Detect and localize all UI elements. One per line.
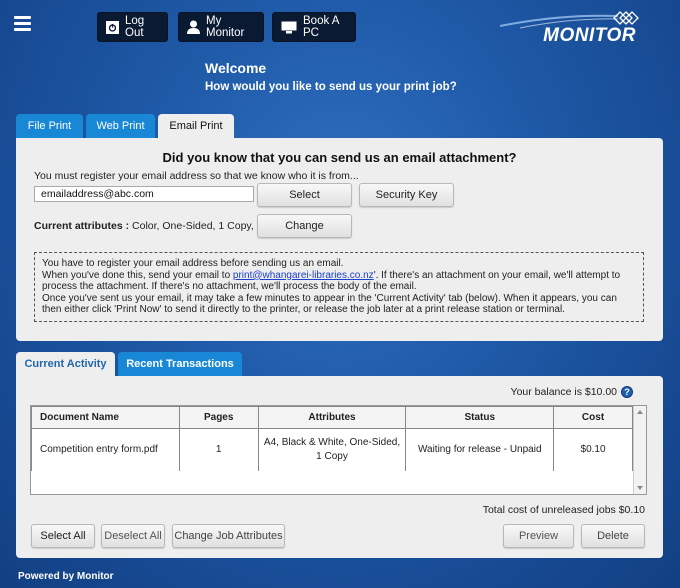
scroll-up-icon[interactable] [637, 410, 643, 414]
menu-icon[interactable] [14, 16, 31, 31]
change-attributes-button[interactable]: Change [257, 214, 352, 238]
current-activity-panel: Your balance is $10.00 ? Document Name P… [16, 376, 663, 558]
attributes-label: Current attributes : [34, 220, 130, 232]
table-row[interactable]: Competition entry form.pdf 1 A4, Black &… [31, 428, 633, 471]
select-all-button[interactable]: Select All [31, 524, 95, 548]
security-key-button[interactable]: Security Key [359, 183, 454, 207]
info-line-3: Once you've sent us your email, it may t… [42, 292, 617, 316]
column-document-name[interactable]: Document Name [31, 406, 180, 429]
deselect-all-button[interactable]: Deselect All [101, 524, 165, 548]
cell-attributes-line-1: A4, Black & White, One-Sided, [263, 436, 401, 448]
total-unreleased-cost: Total cost of unreleased jobs $0.10 [482, 504, 645, 516]
tab-recent-transactions[interactable]: Recent Transactions [118, 352, 242, 376]
column-cost[interactable]: Cost [553, 406, 633, 429]
cell-attributes: A4, Black & White, One-Sided, 1 Copy [257, 428, 407, 471]
my-monitor-button[interactable]: My Monitor [178, 12, 264, 42]
welcome-title: Welcome [205, 60, 267, 76]
cell-document: Competition entry form.pdf [31, 428, 180, 471]
tab-email-print[interactable]: Email Print [158, 114, 234, 138]
attributes-value: Color, One-Sided, 1 Copy, [132, 220, 254, 232]
scroll-down-icon[interactable] [637, 486, 643, 490]
logout-button[interactable]: Log Out [97, 12, 168, 42]
welcome-question: How would you like to send us your print… [205, 81, 457, 93]
user-icon [187, 20, 200, 34]
info-line-1: You have to register your email address … [42, 258, 344, 269]
cell-attributes-line-2: 1 Copy [316, 450, 348, 462]
change-job-attributes-button[interactable]: Change Job Attributes [172, 524, 285, 548]
monitor-logo: MONITOR [543, 25, 636, 46]
column-attributes[interactable]: Attributes [257, 406, 407, 429]
column-status[interactable]: Status [405, 406, 555, 429]
book-pc-button[interactable]: Book A PC [272, 12, 356, 42]
register-instruction: You must register your email address so … [34, 170, 359, 182]
jobs-table-container: Document Name Pages Attributes Status Co… [30, 405, 647, 495]
tab-current-activity[interactable]: Current Activity [16, 352, 115, 376]
email-print-heading: Did you know that you can send us an ema… [162, 150, 517, 165]
email-field[interactable] [34, 186, 254, 202]
select-button[interactable]: Select [257, 183, 352, 207]
cell-status: Waiting for release - Unpaid [405, 428, 555, 471]
footer-powered-by: Powered by Monitor [18, 571, 114, 582]
print-email-link[interactable]: print@whangarei-libraries.co.nz [233, 270, 374, 281]
cell-pages: 1 [178, 428, 259, 471]
logout-icon [106, 20, 119, 34]
my-monitor-label: My Monitor [206, 15, 245, 39]
logout-label: Log Out [125, 15, 145, 39]
cell-cost: $0.10 [553, 428, 633, 471]
tab-file-print[interactable]: File Print [16, 114, 83, 138]
info-line-2-pre: When you've done this, send your email t… [42, 269, 233, 281]
preview-button[interactable]: Preview [503, 524, 574, 548]
jobs-table: Document Name Pages Attributes Status Co… [31, 406, 633, 471]
help-icon[interactable]: ? [621, 386, 633, 398]
table-scrollbar[interactable] [633, 406, 646, 494]
balance: Your balance is $10.00 ? [511, 386, 633, 398]
delete-button[interactable]: Delete [581, 524, 645, 548]
email-print-panel: Did you know that you can send us an ema… [16, 138, 663, 341]
tab-web-print[interactable]: Web Print [86, 114, 155, 138]
current-attributes: Current attributes : Color, One-Sided, 1… [34, 220, 254, 232]
book-pc-label: Book A PC [303, 15, 339, 39]
info-line-2: When you've done this, send your email t… [42, 270, 636, 293]
balance-text: Your balance is $10.00 [510, 386, 617, 398]
column-pages[interactable]: Pages [178, 406, 259, 429]
monitor-icon [281, 21, 297, 34]
email-instructions-box: You have to register your email address … [34, 252, 644, 322]
